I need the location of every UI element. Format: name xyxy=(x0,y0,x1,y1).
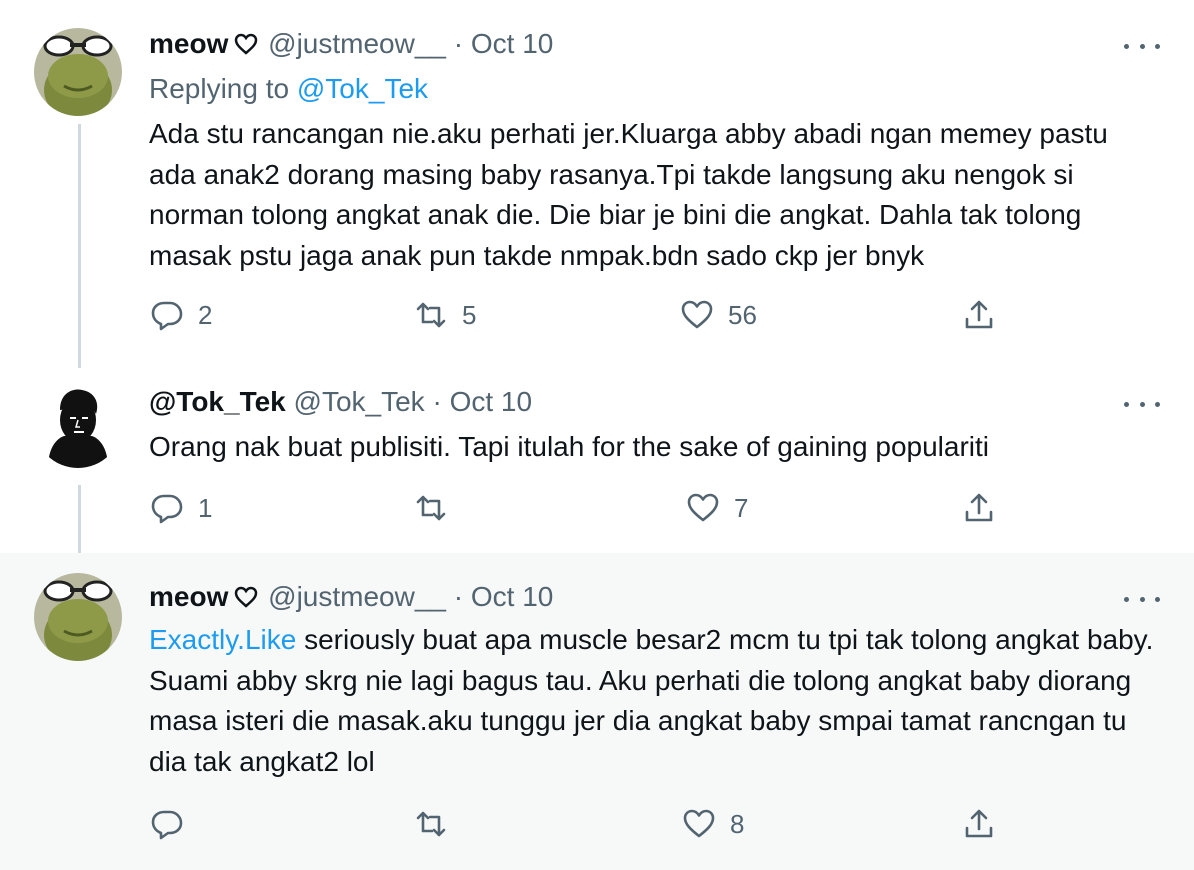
avatar[interactable] xyxy=(34,380,122,468)
handle[interactable]: @Tok_Tek xyxy=(294,386,425,417)
tweet-date[interactable]: Oct 10 xyxy=(471,28,553,59)
separator: · xyxy=(453,581,464,612)
tweet-text: seriously buat apa muscle besar2 mcm tu … xyxy=(149,624,1154,777)
handle[interactable]: @justmeow__ xyxy=(268,28,446,59)
more-icon[interactable] xyxy=(1124,34,1160,58)
frog-avatar-image xyxy=(34,28,122,116)
like-button[interactable]: 7 xyxy=(686,491,748,525)
tweet-header: @Tok_Tek @Tok_Tek · Oct 10 xyxy=(149,385,532,419)
like-count: 8 xyxy=(730,808,745,839)
replying-to: Replying to @Tok_Tek xyxy=(149,72,428,106)
like-button[interactable]: 56 xyxy=(680,298,757,332)
more-icon[interactable] xyxy=(1124,587,1160,611)
retweet-button[interactable] xyxy=(414,491,462,525)
tweet-highlighted[interactable]: meow @justmeow__ · Oct 10 Exactly.Like s… xyxy=(0,553,1194,870)
display-name[interactable]: @Tok_Tek xyxy=(149,386,286,417)
tweet[interactable]: meow @justmeow__ · Oct 10 Replying to @T… xyxy=(0,0,1194,370)
avatar[interactable] xyxy=(34,28,122,116)
retweet-icon xyxy=(416,811,446,837)
frog-avatar-image xyxy=(34,573,122,661)
tweet-actions: 1 7 xyxy=(150,491,1000,531)
share-button[interactable] xyxy=(962,491,996,525)
tweet-actions: 2 5 56 xyxy=(150,298,1000,338)
display-name[interactable]: meow xyxy=(149,581,228,612)
text-link[interactable]: Exactly.Like xyxy=(149,624,296,655)
tweet-header: meow @justmeow__ · Oct 10 xyxy=(149,27,553,64)
retweet-count: 5 xyxy=(462,299,477,330)
retweet-icon xyxy=(416,302,446,328)
share-button[interactable] xyxy=(962,807,996,841)
share-icon xyxy=(965,809,993,838)
heart-outline-icon xyxy=(234,30,258,64)
display-name[interactable]: meow xyxy=(149,28,228,59)
share-icon xyxy=(965,300,993,329)
retweet-button[interactable]: 5 xyxy=(414,298,476,332)
reply-icon xyxy=(151,494,183,524)
tweet-actions: 8 xyxy=(150,807,1000,847)
more-icon[interactable] xyxy=(1124,392,1160,416)
tweet-date[interactable]: Oct 10 xyxy=(450,386,532,417)
reply-button[interactable]: 1 xyxy=(150,491,212,525)
reply-count: 2 xyxy=(198,299,213,330)
tweet-text: Ada stu rancangan nie.aku perhati jer.Kl… xyxy=(149,118,1108,271)
replying-mention-link[interactable]: @Tok_Tek xyxy=(297,73,428,104)
share-button[interactable] xyxy=(962,298,996,332)
separator: · xyxy=(432,386,442,417)
tweet[interactable]: @Tok_Tek @Tok_Tek · Oct 10 Orang nak bua… xyxy=(0,370,1194,553)
reply-count: 1 xyxy=(198,492,213,523)
retweet-icon xyxy=(416,495,446,521)
reply-button[interactable] xyxy=(150,807,198,841)
like-count: 7 xyxy=(734,492,749,523)
heart-outline-icon xyxy=(234,583,258,617)
like-icon xyxy=(683,809,715,838)
avatar[interactable] xyxy=(34,573,122,661)
reply-icon xyxy=(151,810,183,840)
like-button[interactable]: 8 xyxy=(682,807,744,841)
tweet-text: Orang nak buat publisiti. Tapi itulah fo… xyxy=(149,431,990,462)
replying-label: Replying to xyxy=(149,73,290,104)
like-count: 56 xyxy=(728,299,757,330)
retweet-button[interactable] xyxy=(414,807,462,841)
tweet-date[interactable]: Oct 10 xyxy=(471,581,553,612)
handle[interactable]: @justmeow__ xyxy=(268,581,446,612)
tweet-text-container: Exactly.Like seriously buat apa muscle b… xyxy=(149,620,1159,782)
like-icon xyxy=(681,300,713,329)
tweet-header: meow @justmeow__ · Oct 10 xyxy=(149,580,553,617)
like-icon xyxy=(687,493,719,522)
share-icon xyxy=(965,493,993,522)
reply-button[interactable]: 2 xyxy=(150,298,212,332)
reply-icon xyxy=(151,301,183,331)
portrait-avatar-image xyxy=(34,380,122,468)
separator: · xyxy=(453,28,464,59)
